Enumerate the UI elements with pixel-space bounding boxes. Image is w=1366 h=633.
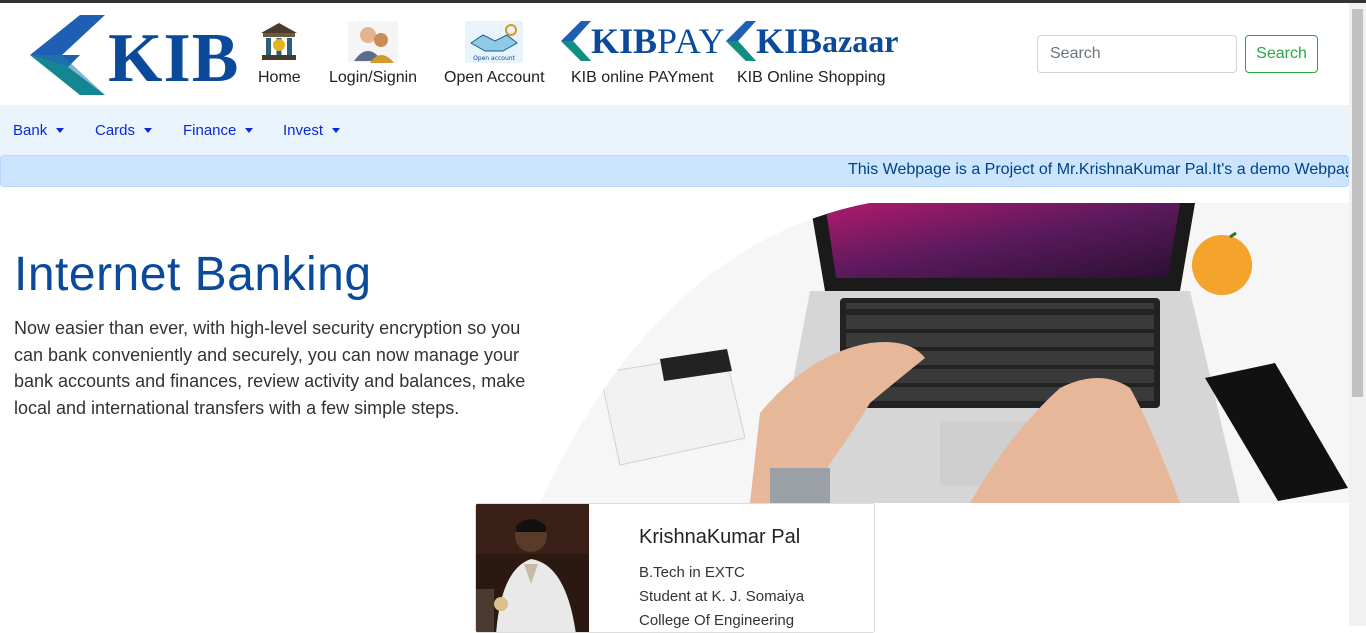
site-header: KIB Home Login/Signin Open account Open … xyxy=(0,3,1349,105)
nav-kibpay-label: KIB online PAYment xyxy=(571,69,714,86)
menu-invest[interactable]: Invest xyxy=(283,122,341,139)
search-input[interactable] xyxy=(1037,35,1237,73)
nav-login-label: Login/Signin xyxy=(329,69,418,86)
caret-down-icon xyxy=(56,128,65,133)
profile-line-1: B.Tech in EXTC xyxy=(639,564,745,581)
scrollbar-thumb[interactable] xyxy=(1352,9,1363,397)
kib-logo[interactable]: KIB xyxy=(30,15,238,97)
profile-line-2: Student at K. J. Somaiya xyxy=(639,588,805,605)
users-icon xyxy=(348,21,399,63)
kibpay-wordmark-pay: PAY xyxy=(657,21,726,61)
menu-bank[interactable]: Bank xyxy=(13,122,65,139)
open-account-caption: Open account xyxy=(473,55,515,62)
logo-text: KIB xyxy=(108,20,240,97)
profile-card: KrishnaKumar Pal B.Tech in EXTC Student … xyxy=(475,503,875,633)
bank-building-icon xyxy=(261,23,298,60)
menu-cards[interactable]: Cards xyxy=(95,122,153,139)
page-scrollbar[interactable] xyxy=(1349,3,1366,626)
nav-home[interactable]: Home xyxy=(258,21,301,87)
person-photo xyxy=(476,504,589,632)
nav-home-label: Home xyxy=(258,69,301,86)
search-button[interactable]: Search xyxy=(1245,35,1318,73)
menu-cards-label: Cards xyxy=(95,122,136,139)
kibazaar-wordmark-azaar: azaar xyxy=(822,22,899,59)
menu-invest-label: Invest xyxy=(283,122,324,139)
nav-open-account-label: Open Account xyxy=(444,69,545,86)
main-menubar: Bank Cards Finance Invest xyxy=(0,105,1349,155)
caret-down-icon xyxy=(245,128,254,133)
nav-kibpay[interactable]: KIB PAY KIB online PAYment xyxy=(561,21,725,87)
nav-login[interactable]: Login/Signin xyxy=(329,21,417,87)
kib-chevron-icon xyxy=(30,15,105,95)
kibpay-logo: KIB PAY xyxy=(561,21,725,61)
nav-open-account[interactable]: Open account Open Account xyxy=(444,21,545,87)
announcement-marquee: This Webpage is a Project of Mr.KrishnaK… xyxy=(0,155,1349,187)
menu-bank-label: Bank xyxy=(13,122,48,139)
menu-finance-label: Finance xyxy=(183,122,237,139)
menu-finance[interactable]: Finance xyxy=(183,122,254,139)
caret-down-icon xyxy=(332,128,341,133)
hero-carousel: Internet Banking Now easier than ever, w… xyxy=(0,203,1349,503)
nav-kibazaar[interactable]: KIB azaar KIB Online Shopping xyxy=(726,21,898,87)
hero-title: Internet Banking xyxy=(14,248,372,301)
kibazaar-wordmark-kib: KIB xyxy=(756,21,823,61)
profile-name: KrishnaKumar Pal xyxy=(639,526,801,548)
profile-line-3: College Of Engineering xyxy=(639,612,795,629)
handshake-icon: Open account xyxy=(465,21,524,63)
nav-kibazaar-label: KIB Online Shopping xyxy=(737,69,886,86)
kibazaar-logo: KIB azaar xyxy=(726,21,898,61)
hero-description: Now easier than ever, with high-level se… xyxy=(14,318,526,418)
kib-chevron-icon xyxy=(561,21,591,61)
caret-down-icon xyxy=(144,128,153,133)
marquee-text: This Webpage is a Project of Mr.KrishnaK… xyxy=(848,161,1349,178)
profile-photo xyxy=(476,504,589,632)
laptop-hands-image xyxy=(540,203,1349,503)
kib-chevron-icon xyxy=(726,21,756,61)
kibpay-wordmark-kib: KIB xyxy=(591,21,658,61)
